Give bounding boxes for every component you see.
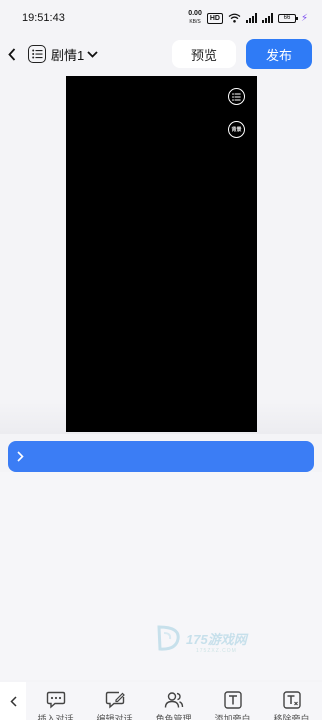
list-icon	[232, 92, 241, 101]
logo-icon	[157, 625, 180, 651]
chat-edit-icon	[105, 691, 125, 709]
text-box-icon	[223, 691, 242, 709]
chevron-left-icon	[9, 695, 17, 707]
remove-narration-button[interactable]: 移除旁白	[262, 682, 321, 720]
dialog-input-bar[interactable]	[8, 441, 314, 472]
status-time: 19:51:43	[22, 12, 65, 24]
text-remove-icon	[282, 691, 301, 709]
top-nav: 剧情1 预览 发布	[0, 36, 322, 72]
chevron-left-icon	[8, 47, 16, 61]
publish-button[interactable]: 发布	[246, 39, 312, 69]
toolbar-collapse-button[interactable]	[0, 682, 26, 720]
network-speed: 0.00 KB/S	[188, 10, 202, 25]
status-indicators: 0.00 KB/S HD 66 ⚡	[188, 10, 308, 26]
chat-dots-icon	[46, 691, 65, 709]
insert-dialog-button[interactable]: 插入对话	[26, 682, 85, 720]
chevron-right-icon	[17, 451, 24, 462]
add-narration-button[interactable]: 添加旁白	[203, 682, 262, 720]
stage-menu-button[interactable]	[228, 88, 245, 105]
signal-sim1-icon	[245, 13, 257, 23]
chevron-down-icon[interactable]	[87, 50, 98, 58]
list-icon	[31, 49, 42, 59]
edit-dialog-button[interactable]: 编辑对话	[85, 682, 144, 720]
background-button[interactable]: 背景	[228, 121, 245, 138]
battery-icon: 66	[277, 13, 298, 23]
signal-sim2-icon	[261, 13, 273, 23]
hd-badge: HD	[206, 12, 223, 24]
scene-list-icon[interactable]	[28, 45, 46, 63]
back-button[interactable]	[8, 44, 20, 64]
preview-button[interactable]: 预览	[172, 40, 236, 68]
character-manage-button[interactable]: 角色管理	[144, 682, 203, 720]
status-bar: 19:51:43 0.00 KB/S HD 66 ⚡	[0, 0, 322, 36]
canvas-area: 背景	[0, 72, 322, 434]
users-icon	[164, 692, 183, 708]
wifi-icon	[228, 13, 241, 23]
scene-title[interactable]: 剧情1	[51, 45, 84, 64]
bottom-toolbar: 插入对话 编辑对话 角色管理 添加旁白 移除旁白	[0, 682, 322, 720]
watermark-logo: 175游戏网 175ZXZ.COM	[156, 618, 276, 658]
charging-icon: ⚡	[300, 12, 308, 24]
story-stage[interactable]: 背景	[66, 76, 257, 432]
